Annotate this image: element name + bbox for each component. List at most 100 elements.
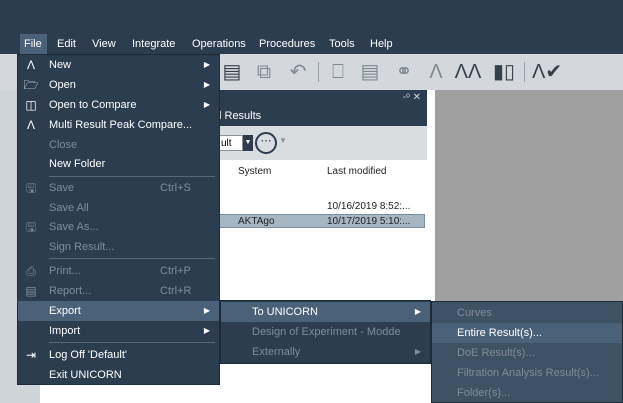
menu-integrate[interactable]: Integrate xyxy=(132,34,175,54)
toolbar-separator xyxy=(524,62,525,82)
menu-item-label: Exit UNICORN xyxy=(49,369,122,381)
menu-item-print[interactable]: ⎙ Print... Ctrl+P xyxy=(18,261,219,281)
menu-item-label: Externally xyxy=(252,346,301,358)
menu-operations[interactable]: Operations xyxy=(192,34,246,54)
more-options-icon[interactable]: ⋯ xyxy=(255,132,277,154)
cell-system: AKTAgo xyxy=(238,216,275,227)
toolbar-separator xyxy=(318,62,319,82)
panel-window-controls[interactable]: -ᵒ ✕ xyxy=(403,92,421,103)
column-header-system[interactable]: System xyxy=(238,166,271,177)
peak-icon[interactable]: Λ xyxy=(422,58,450,86)
menu-item-save-all[interactable]: Save All xyxy=(18,198,219,218)
sign-result-icon[interactable]: Λ✔ xyxy=(532,58,562,86)
table-row[interactable]: AKTAgo 10/17/2019 5:10:... xyxy=(205,214,425,228)
menu-item-new[interactable]: Λ New ▶ xyxy=(18,55,219,75)
menu-item-label: Filtration Analysis Result(s)... xyxy=(457,367,599,379)
menu-item-log-off[interactable]: ⇥ Log Off 'Default' xyxy=(18,345,219,365)
menu-item-label: DoE Result(s)... xyxy=(457,347,535,359)
to-unicorn-submenu: Curves Entire Result(s)... DoE Result(s)… xyxy=(431,301,623,403)
menu-item-label: Close xyxy=(49,139,78,151)
report-icon: ▤ xyxy=(25,284,37,298)
chevron-down-icon[interactable]: ▼ xyxy=(279,136,287,145)
menu-procedures[interactable]: Procedures xyxy=(259,34,315,54)
copy-icon[interactable]: ⧉ xyxy=(250,58,278,86)
notes-icon[interactable]: ▤ xyxy=(356,58,384,86)
menu-separator xyxy=(49,176,215,177)
submenu-arrow-icon: ▶ xyxy=(203,80,210,89)
menu-item-doe-results[interactable]: DoE Result(s)... xyxy=(432,343,622,363)
menu-item-folders[interactable]: Folder(s)... xyxy=(432,383,622,403)
menu-item-filtration-analysis-results[interactable]: Filtration Analysis Result(s)... xyxy=(432,363,622,383)
menu-item-new-folder[interactable]: New Folder xyxy=(18,154,219,174)
menu-item-label: Save xyxy=(49,182,75,194)
menu-item-export[interactable]: Export ▶ xyxy=(18,301,219,321)
peak-compare-icon[interactable]: ΛΛ xyxy=(454,58,482,86)
file-menu: Λ New ▶ 🗁 Open ▶ ◫ Open to Compare ▶ Λ Multi Re… xyxy=(17,54,220,385)
undo-icon[interactable]: ↶ xyxy=(284,58,312,86)
cell-last-modified: 10/17/2019 5:10:... xyxy=(327,216,411,227)
compare-icon: ◫ xyxy=(25,98,37,112)
submenu-arrow-icon: ▶ xyxy=(203,326,210,335)
menu-item-curves[interactable]: Curves xyxy=(432,303,622,323)
monitor-icon[interactable]: ⎕ xyxy=(324,58,352,86)
menu-help[interactable]: Help xyxy=(370,34,393,54)
menu-item-to-unicorn[interactable]: To UNICORN ▶ xyxy=(221,302,430,322)
menu-item-externally[interactable]: Externally ▶ xyxy=(221,342,430,362)
save-as-icon: 🖫 xyxy=(25,220,37,234)
peak-compare-icon: Λ xyxy=(26,118,35,132)
menu-item-label: Design of Experiment - Modde xyxy=(252,326,401,338)
menu-edit[interactable]: Edit xyxy=(57,34,76,54)
menu-item-label: Curves xyxy=(457,307,492,319)
menu-item-label: Export xyxy=(49,305,81,317)
menu-item-close[interactable]: Close xyxy=(18,135,219,155)
menu-item-open-to-compare[interactable]: ◫ Open to Compare ▶ xyxy=(18,95,219,115)
menu-item-entire-results[interactable]: Entire Result(s)... xyxy=(432,323,622,343)
menu-item-sign-result[interactable]: Sign Result... xyxy=(18,237,219,257)
menu-item-label: Open to Compare xyxy=(49,99,137,111)
barcode-icon[interactable]: ▮▯ xyxy=(490,58,518,86)
menu-item-save[interactable]: 🖫 Save Ctrl+S xyxy=(18,178,219,198)
menu-item-label: Open xyxy=(49,79,76,91)
results-panel-title: l Results xyxy=(219,110,262,122)
menu-item-report[interactable]: ▤ Report... Ctrl+R xyxy=(18,281,219,301)
menu-item-label: To UNICORN xyxy=(252,306,319,318)
print-icon: ⎙ xyxy=(26,264,36,278)
submenu-arrow-icon: ▶ xyxy=(414,347,421,356)
results-panel-header: -ᵒ ✕ l Results xyxy=(205,90,427,126)
menu-item-label: Folder(s)... xyxy=(457,387,511,399)
menu-item-label: New xyxy=(49,59,72,71)
chevron-down-icon[interactable]: ▼ xyxy=(243,135,253,151)
menu-item-label: Save As... xyxy=(49,221,99,233)
menu-separator xyxy=(49,258,215,259)
menu-item-import[interactable]: Import ▶ xyxy=(18,321,219,341)
title-bar xyxy=(0,0,623,34)
menu-item-label: New Folder xyxy=(49,158,106,170)
export-submenu: To UNICORN ▶ Design of Experiment - Modde… xyxy=(220,300,431,364)
menu-item-shortcut: Ctrl+P xyxy=(160,265,191,277)
menu-tools[interactable]: Tools xyxy=(329,34,355,54)
menu-item-design-of-experiment[interactable]: Design of Experiment - Modde xyxy=(221,322,430,342)
menu-item-label: Sign Result... xyxy=(49,241,115,253)
cell-last-modified: 10/16/2019 8:52:... xyxy=(327,201,411,212)
menu-item-label: Save All xyxy=(49,202,89,214)
results-panel-toolbar: ult ▼ ⋯ ▼ xyxy=(205,126,427,161)
document-icon[interactable]: ▤ xyxy=(218,58,246,86)
menu-item-save-as[interactable]: 🖫 Save As... xyxy=(18,217,219,237)
submenu-arrow-icon: ▶ xyxy=(414,307,421,316)
menu-item-label: Import xyxy=(49,325,81,337)
link-icon[interactable]: ⚭ xyxy=(390,58,418,86)
table-row[interactable]: 10/16/2019 8:52:... xyxy=(205,200,425,214)
submenu-arrow-icon: ▶ xyxy=(203,60,210,69)
menu-item-label: Print... xyxy=(49,265,81,277)
menu-view[interactable]: View xyxy=(92,34,116,54)
menu-item-multi-result-peak-compare[interactable]: Λ Multi Result Peak Compare... xyxy=(18,115,219,135)
result-type-value: ult xyxy=(221,138,232,149)
result-type-combo[interactable]: ult ▼ xyxy=(217,135,253,151)
menu-item-exit[interactable]: Exit UNICORN xyxy=(18,365,219,385)
menu-item-shortcut: Ctrl+R xyxy=(160,285,192,297)
new-result-icon: Λ xyxy=(26,58,35,72)
column-header-last-modified[interactable]: Last modified xyxy=(327,166,386,177)
menu-item-label: Log Off 'Default' xyxy=(49,349,127,361)
menu-item-open[interactable]: 🗁 Open ▶ xyxy=(18,75,219,95)
menu-file[interactable]: File xyxy=(20,34,47,54)
